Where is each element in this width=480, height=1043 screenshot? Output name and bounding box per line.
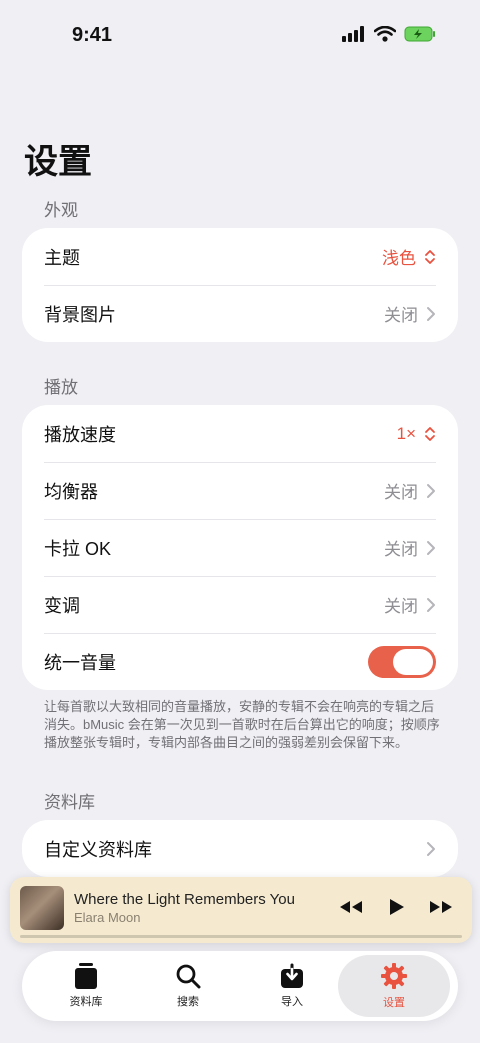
setting-label: 均衡器 <box>44 481 98 502</box>
status-icons <box>342 26 436 42</box>
tab-settings[interactable]: 设置 <box>338 955 450 1017</box>
setting-label: 自定义资料库 <box>44 839 152 860</box>
playback-progress[interactable] <box>20 935 462 938</box>
album-art <box>20 886 64 930</box>
setting-label: 背景图片 <box>44 304 116 325</box>
library-card: 自定义资料库 <box>22 820 458 877</box>
chevron-right-icon <box>427 597 435 612</box>
setting-row-custom-library[interactable]: 自定义资料库 <box>22 820 458 877</box>
setting-label: 卡拉 OK <box>44 538 112 559</box>
chevron-right-icon <box>427 483 435 498</box>
sound-check-footnote: 让每首歌以大致相同的音量播放，安静的专辑不会在响亮的专辑之后消失。bMusic … <box>44 699 440 750</box>
gear-icon <box>381 963 407 989</box>
track-title: Where the Light Remembers You <box>74 891 295 908</box>
setting-label: 变调 <box>44 595 80 616</box>
setting-label: 主题 <box>44 247 80 268</box>
status-bar: 9:41 <box>0 0 480 70</box>
track-artist: Elara Moon <box>74 910 141 925</box>
tab-label: 设置 <box>383 997 405 1009</box>
status-time: 9:41 <box>72 24 113 46</box>
section-header-appearance: 外观 <box>44 201 78 220</box>
setting-row-equalizer[interactable]: 均衡器 关闭 <box>22 462 458 519</box>
tab-library[interactable]: 资料库 <box>30 955 142 1017</box>
chevron-right-icon <box>427 841 435 856</box>
tab-label: 导入 <box>281 996 303 1008</box>
appearance-card: 主题 浅色 背景图片 关闭 <box>22 228 458 342</box>
setting-value: 关闭 <box>384 597 418 616</box>
section-header-playback: 播放 <box>44 378 78 397</box>
setting-row-playback-speed[interactable]: 播放速度 1× <box>22 405 458 462</box>
playback-card: 播放速度 1× 均衡器 关闭 卡拉 OK 关闭 变调 关闭 统一音量 <box>22 405 458 690</box>
setting-value: 关闭 <box>384 540 418 559</box>
page-title: 设置 <box>24 143 92 181</box>
section-header-library: 资料库 <box>44 793 95 812</box>
playback-controls <box>338 897 454 917</box>
setting-row-theme[interactable]: 主题 浅色 <box>22 228 458 285</box>
setting-value: 关闭 <box>384 483 418 502</box>
library-icon <box>75 963 97 989</box>
fast-forward-icon[interactable] <box>428 899 454 915</box>
tab-label: 搜索 <box>177 996 199 1008</box>
chevron-right-icon <box>427 540 435 555</box>
wifi-icon <box>374 26 396 42</box>
chevron-right-icon <box>427 306 435 321</box>
setting-row-pitch[interactable]: 变调 关闭 <box>22 576 458 633</box>
setting-row-karaoke[interactable]: 卡拉 OK 关闭 <box>22 519 458 576</box>
now-playing-bar[interactable]: Where the Light Remembers You Elara Moon <box>10 877 472 943</box>
chevron-up-down-icon <box>425 426 435 441</box>
tab-import[interactable]: 导入 <box>236 955 348 1017</box>
tab-search[interactable]: 搜索 <box>132 955 244 1017</box>
toggle-knob <box>393 648 433 675</box>
sound-check-toggle[interactable] <box>368 645 436 678</box>
tab-label: 资料库 <box>69 996 103 1008</box>
rewind-icon[interactable] <box>338 899 364 915</box>
search-icon <box>176 964 201 989</box>
setting-value: 浅色 <box>382 249 416 268</box>
setting-row-background-image[interactable]: 背景图片 关闭 <box>22 285 458 342</box>
tab-bar: 资料库 搜索 导入 设置 <box>22 951 458 1021</box>
setting-label: 统一音量 <box>44 652 116 673</box>
chevron-up-down-icon <box>425 249 435 264</box>
import-icon <box>281 963 303 988</box>
battery-icon <box>404 26 435 42</box>
setting-row-sound-check: 统一音量 <box>22 633 458 690</box>
setting-value: 关闭 <box>384 306 418 325</box>
setting-value: 1× <box>396 423 416 443</box>
play-icon[interactable] <box>386 897 406 917</box>
setting-label: 播放速度 <box>44 424 116 445</box>
signal-icon <box>342 26 364 42</box>
